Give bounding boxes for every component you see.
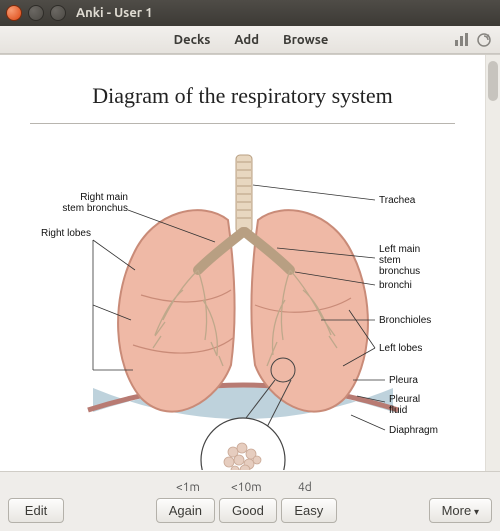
label-right-main-bronchus: Right mainstem bronchus bbox=[62, 192, 128, 214]
label-left-lobes: Left lobes bbox=[379, 343, 422, 354]
card-viewport: Diagram of the respiratory system bbox=[0, 54, 500, 472]
titlebar: Anki - User 1 bbox=[0, 0, 500, 26]
more-button[interactable]: More bbox=[429, 498, 492, 523]
interval-good: <10m bbox=[231, 481, 262, 494]
stats-icon[interactable] bbox=[454, 33, 470, 47]
label-trachea: Trachea bbox=[379, 195, 416, 206]
interval-row: <1m <10m 4d bbox=[0, 474, 500, 494]
label-right-lobes: Right lobes bbox=[40, 228, 90, 239]
label-pleura: Pleura bbox=[389, 375, 418, 386]
window-title: Anki - User 1 bbox=[76, 6, 153, 20]
close-icon[interactable] bbox=[6, 5, 22, 21]
menu-add[interactable]: Add bbox=[224, 31, 269, 49]
maximize-icon[interactable] bbox=[50, 5, 66, 21]
label-pleural-fluid: Pleuralfluid bbox=[389, 394, 420, 416]
good-button[interactable]: Good bbox=[219, 498, 277, 523]
label-left-main-bronchus: Left mainstembronchus bbox=[379, 244, 420, 277]
sync-icon[interactable] bbox=[476, 32, 492, 48]
answer-button-row: Edit Again Good Easy More bbox=[0, 494, 500, 531]
menu-browse[interactable]: Browse bbox=[273, 31, 338, 49]
card-divider bbox=[30, 123, 455, 124]
diagram: Right mainstem bronchus Right lobes Trac… bbox=[30, 140, 455, 470]
minimize-icon[interactable] bbox=[28, 5, 44, 21]
menubar: Decks Add Browse bbox=[0, 26, 500, 54]
label-diaphragm: Diaphragm bbox=[389, 425, 438, 436]
easy-button[interactable]: Easy bbox=[281, 498, 337, 523]
menu-decks[interactable]: Decks bbox=[164, 31, 221, 49]
again-button[interactable]: Again bbox=[156, 498, 215, 523]
trachea-shape bbox=[236, 155, 252, 233]
label-bronchioles: Bronchioles bbox=[379, 315, 431, 326]
right-lung-shape bbox=[118, 210, 234, 411]
scrollbar-thumb[interactable] bbox=[488, 61, 498, 101]
label-bronchi: bronchi bbox=[379, 280, 412, 291]
interval-again: <1m bbox=[176, 481, 200, 494]
scrollbar[interactable] bbox=[485, 55, 500, 471]
interval-easy: 4d bbox=[298, 481, 312, 494]
edit-button[interactable]: Edit bbox=[8, 498, 64, 523]
card-title: Diagram of the respiratory system bbox=[30, 83, 455, 109]
